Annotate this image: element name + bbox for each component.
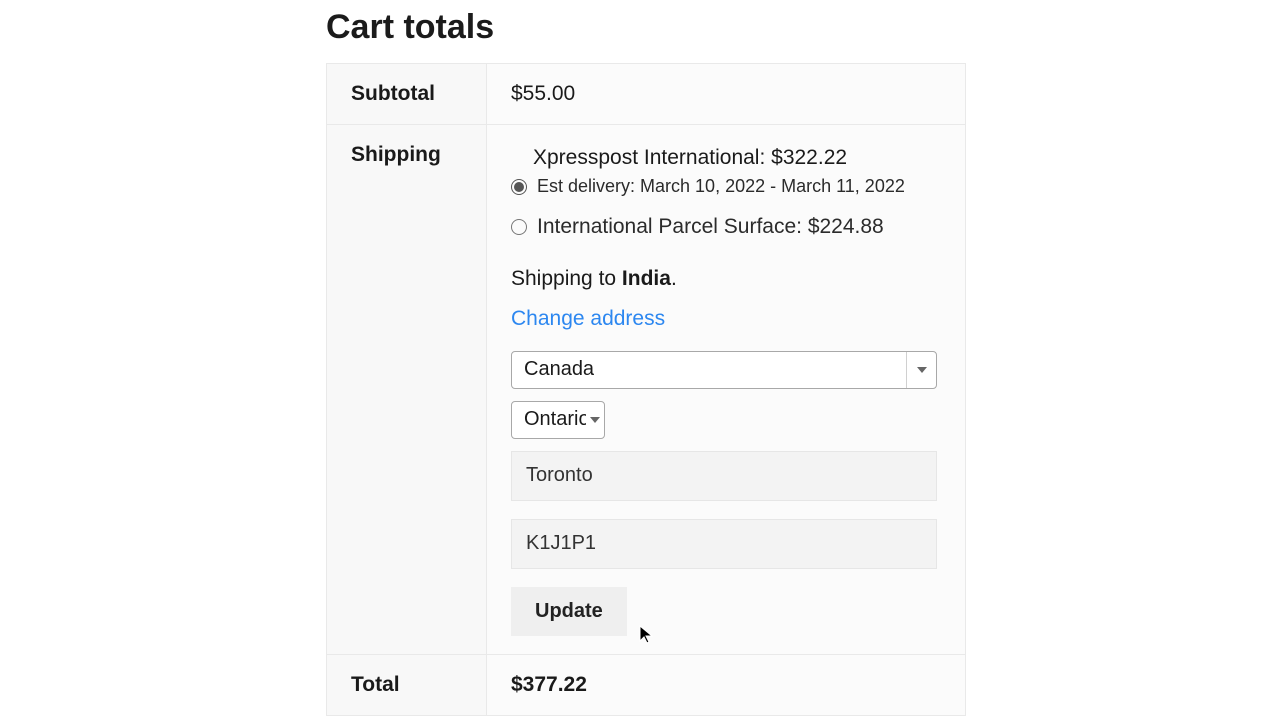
total-value: $377.22 xyxy=(487,654,966,715)
city-input[interactable] xyxy=(511,451,937,501)
province-select-value: Ontario xyxy=(512,408,586,431)
shipping-destination: Shipping to India. xyxy=(511,267,941,291)
shipping-option[interactable]: International Parcel Surface: $224.88 xyxy=(511,215,941,241)
subtotal-value: $55.00 xyxy=(487,64,966,125)
change-address-link[interactable]: Change address xyxy=(511,307,665,331)
shipping-option[interactable]: Xpresspost International: $322.22 Est de… xyxy=(511,143,941,201)
address-form: Canada Ontario Update xyxy=(511,351,941,636)
subtotal-label: Subtotal xyxy=(327,64,487,125)
shipping-option-label: International Parcel Surface: $224.88 xyxy=(537,215,884,239)
chevron-down-icon xyxy=(586,402,604,438)
shipping-cell: Xpresspost International: $322.22 Est de… xyxy=(487,125,966,655)
shipping-label: Shipping xyxy=(327,125,487,655)
shipping-radio[interactable] xyxy=(511,219,527,235)
province-select[interactable]: Ontario xyxy=(511,401,605,439)
shipping-radio[interactable] xyxy=(511,179,527,195)
total-label: Total xyxy=(327,654,487,715)
page-title: Cart totals xyxy=(326,8,966,47)
postal-input[interactable] xyxy=(511,519,937,569)
update-button[interactable]: Update xyxy=(511,587,627,636)
shipping-option-label: Xpresspost International: $322.22 xyxy=(533,143,905,172)
country-select-value: Canada xyxy=(512,358,906,381)
shipping-option-sublabel: Est delivery: March 10, 2022 - March 11,… xyxy=(537,176,905,197)
cart-totals-table: Subtotal $55.00 Shipping Xpresspost Inte… xyxy=(326,63,966,716)
chevron-down-icon xyxy=(906,352,936,388)
country-select[interactable]: Canada xyxy=(511,351,937,389)
